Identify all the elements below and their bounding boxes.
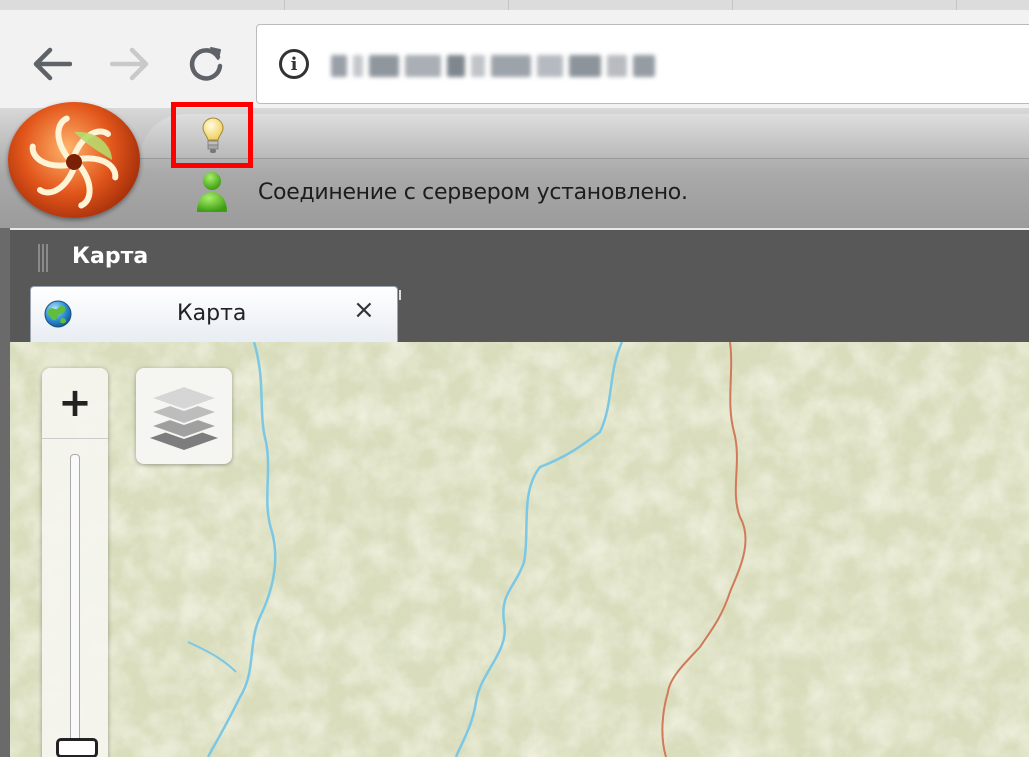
user-online-icon	[197, 172, 227, 212]
globe-icon	[44, 300, 72, 328]
tab-separator	[284, 0, 285, 10]
layers-button[interactable]	[136, 368, 232, 464]
map-panel-header: Карта Карта ×	[10, 230, 1029, 342]
tab-map[interactable]: Карта ×	[30, 286, 398, 342]
zoom-slider-thumb[interactable]	[56, 738, 98, 757]
arrow-left-icon	[33, 47, 72, 81]
connection-status-text: Соединение с сервером установлено.	[258, 180, 688, 205]
left-frame-edge	[0, 228, 10, 757]
tab-separator	[508, 0, 509, 10]
panel-grip-handle[interactable]	[38, 244, 48, 272]
app-logo-icon	[29, 115, 119, 209]
info-icon[interactable]: i	[279, 49, 309, 79]
browser-toolbar: i	[0, 10, 1029, 109]
tab-separator	[732, 0, 733, 10]
reload-icon	[189, 47, 223, 81]
tab-separator	[956, 0, 957, 10]
blurred-url	[331, 55, 655, 77]
reload-button[interactable]	[178, 36, 234, 92]
tab-label: Карта	[177, 301, 247, 326]
app-logo[interactable]	[8, 102, 140, 218]
hint-button[interactable]	[171, 102, 253, 168]
app-header	[0, 102, 1029, 228]
arrow-right-icon	[110, 47, 149, 81]
tab-close-button[interactable]: ×	[353, 297, 375, 323]
lightbulb-icon	[202, 117, 224, 153]
panel-title: Карта	[72, 244, 149, 269]
back-button[interactable]	[24, 36, 80, 92]
map-canvas[interactable]: +	[10, 342, 1029, 757]
address-bar[interactable]: i	[256, 24, 1029, 104]
zoom-in-button[interactable]: +	[42, 368, 108, 439]
tab-edge	[399, 290, 401, 300]
header-band	[140, 114, 1029, 159]
zoom-control: +	[42, 368, 108, 757]
zoom-slider-track[interactable]	[70, 454, 80, 757]
forward-button[interactable]	[102, 36, 158, 92]
layers-icon	[146, 384, 222, 450]
